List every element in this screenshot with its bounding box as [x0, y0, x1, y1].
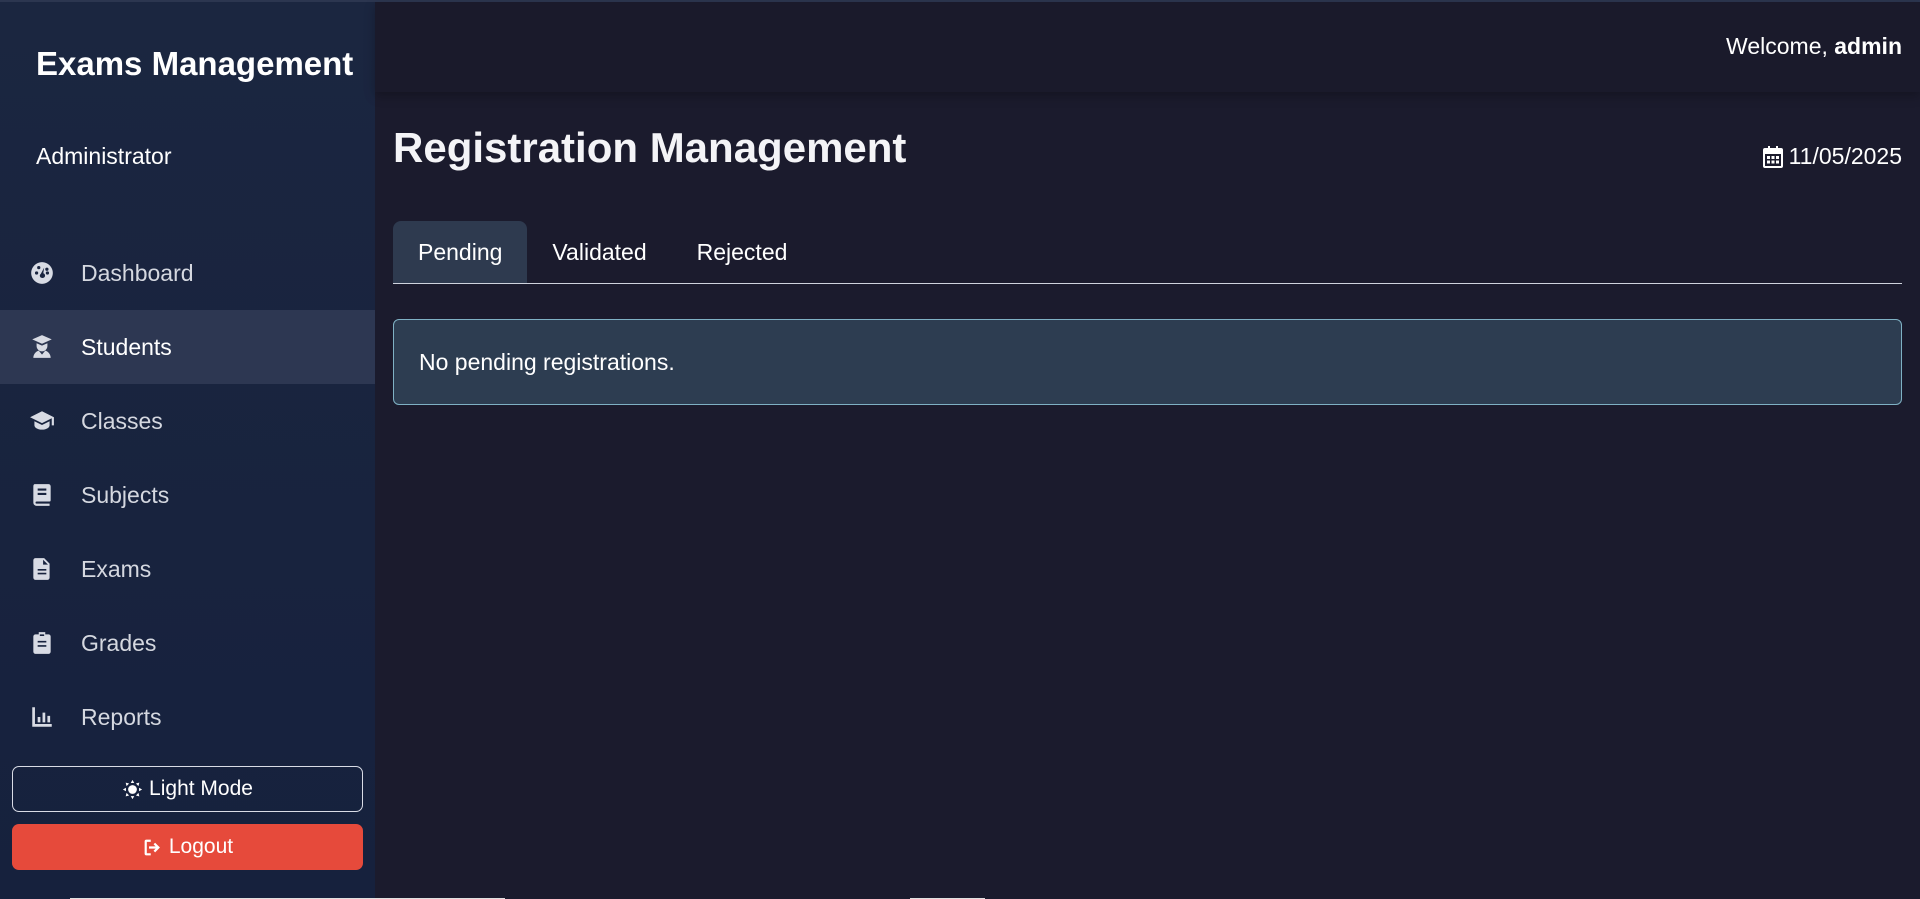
sidebar-item-label: Dashboard — [81, 259, 194, 286]
registration-tabs: Pending Validated Rejected — [393, 221, 1902, 284]
sidebar-item-reports[interactable]: Reports — [0, 680, 375, 754]
sun-gear-icon — [122, 779, 143, 799]
sidebar-item-label: Students — [81, 333, 172, 360]
app-root: Exams Management Administrator Dashboard… — [0, 0, 1920, 899]
user-role: Administrator — [36, 143, 172, 169]
document-icon — [28, 555, 56, 583]
top-bar: Welcome, admin — [375, 2, 1920, 92]
bar-chart-icon — [28, 703, 56, 731]
tab-validated[interactable]: Validated — [527, 221, 671, 283]
sidebar-item-label: Exams — [81, 555, 152, 582]
light-mode-button[interactable]: Light Mode — [12, 766, 363, 812]
logout-label: Logout — [168, 835, 234, 858]
calendar-icon — [1762, 145, 1783, 168]
book-icon — [28, 481, 56, 509]
sidebar-item-label: Classes — [81, 407, 163, 434]
sidebar-item-dashboard[interactable]: Dashboard — [0, 236, 375, 310]
sidebar-nav: Dashboard Students Classes Subjects Exam… — [0, 236, 375, 754]
current-date: 11/05/2025 — [1762, 143, 1902, 170]
sidebar-item-subjects[interactable]: Subjects — [0, 458, 375, 532]
date-value: 11/05/2025 — [1788, 143, 1902, 169]
dashboard-gauge-icon — [28, 259, 56, 287]
sidebar: Exams Management Administrator Dashboard… — [0, 2, 375, 899]
empty-state-alert: No pending registrations. — [393, 319, 1902, 405]
sidebar-item-label: Subjects — [81, 481, 170, 508]
brand-title: Exams Management — [36, 45, 354, 82]
sidebar-item-classes[interactable]: Classes — [0, 384, 375, 458]
light-mode-label: Light Mode — [149, 777, 253, 800]
sidebar-item-students[interactable]: Students — [0, 310, 375, 384]
welcome-prefix: Welcome, — [1726, 33, 1828, 59]
sign-out-icon — [144, 839, 160, 855]
tab-rejected[interactable]: Rejected — [672, 221, 813, 283]
clipboard-icon — [28, 629, 56, 657]
graduation-cap-icon — [28, 407, 56, 435]
sidebar-item-label: Grades — [81, 629, 157, 656]
logout-button[interactable]: Logout — [12, 824, 363, 870]
page-title: Registration Management — [393, 124, 907, 171]
username: admin — [1834, 33, 1902, 59]
welcome-text: Welcome, admin — [1726, 33, 1902, 60]
graduate-user-icon — [28, 333, 56, 361]
sidebar-item-exams[interactable]: Exams — [0, 532, 375, 606]
sidebar-item-label: Reports — [81, 703, 162, 730]
sidebar-item-grades[interactable]: Grades — [0, 606, 375, 680]
tab-pending[interactable]: Pending — [393, 221, 528, 283]
